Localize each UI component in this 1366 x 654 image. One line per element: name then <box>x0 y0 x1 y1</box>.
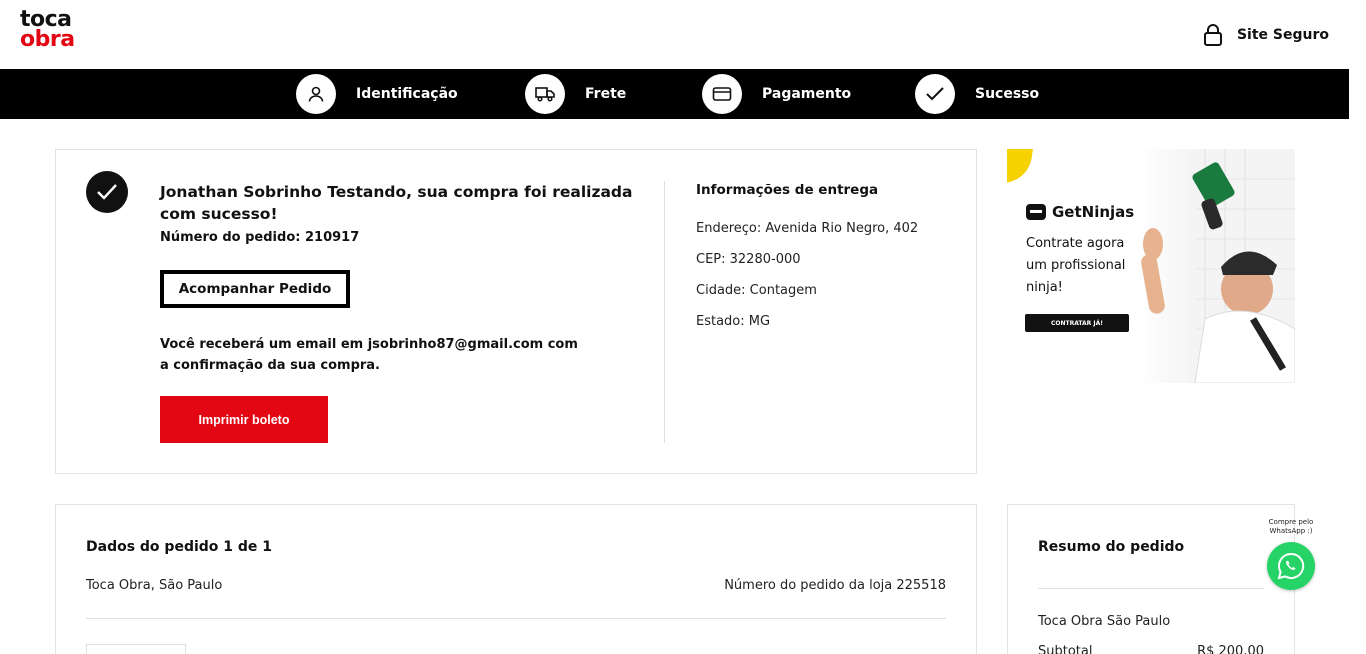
step-label: Pagamento <box>762 86 852 102</box>
vertical-divider <box>664 181 665 443</box>
order-success-card: Jonathan Sobrinho Testando, sua compra f… <box>55 149 977 474</box>
whatsapp-caption: Compre pelo WhatsApp :) <box>1268 518 1314 535</box>
delivery-state: Estado: MG <box>696 314 771 329</box>
product-thumbnail <box>86 644 186 654</box>
delivery-cep: CEP: 32280-000 <box>696 252 801 267</box>
subtotal-value: R$ 200,00 <box>1197 644 1264 654</box>
check-icon <box>915 74 955 114</box>
truck-icon <box>525 74 565 114</box>
whatsapp-float[interactable]: Compre pelo WhatsApp :) <box>1264 518 1318 594</box>
logo-text-obra: obra <box>20 27 75 52</box>
getninjas-ad-banner[interactable]: GetNinjas Contrate agora um profissional… <box>1007 149 1295 383</box>
step-frete: Frete <box>525 74 626 114</box>
store-order-number: Número do pedido da loja 225518 <box>724 578 946 593</box>
step-label: Identificação <box>356 86 458 102</box>
delivery-address: Endereço: Avenida Rio Negro, 402 <box>696 221 919 236</box>
user-icon <box>296 74 336 114</box>
success-check-icon <box>86 171 128 213</box>
print-boleto-button[interactable]: Imprimir boleto <box>160 396 328 443</box>
ad-cta-button[interactable]: CONTRATAR JÁ! <box>1025 314 1129 332</box>
order-number: Número do pedido: 210917 <box>160 230 360 245</box>
toca-obra-logo[interactable]: toca obra <box>20 9 75 52</box>
order-data-store: Toca Obra, São Paulo <box>86 578 223 593</box>
order-data-title: Dados do pedido 1 de 1 <box>86 539 273 555</box>
divider <box>86 618 946 619</box>
step-identificacao: Identificação <box>296 74 458 114</box>
credit-card-icon <box>702 74 742 114</box>
step-label: Frete <box>585 86 627 102</box>
checkout-steps-bar: Identificação Frete Pagamento Sucesso <box>0 69 1349 119</box>
ad-yellow-shape <box>1007 149 1035 187</box>
ad-tagline: Contrate agora um profissional ninja! <box>1026 236 1126 295</box>
subtotal-label: Subtotal <box>1038 644 1093 654</box>
ad-brand-text: GetNinjas <box>1052 203 1135 221</box>
ninja-icon <box>1026 204 1046 220</box>
order-summary-title: Resumo do pedido <box>1038 539 1185 555</box>
getninjas-logo: GetNinjas <box>1026 203 1134 221</box>
track-order-button[interactable]: Acompanhar Pedido <box>160 270 350 308</box>
summary-store: Toca Obra São Paulo <box>1038 614 1171 629</box>
step-label: Sucesso <box>975 86 1040 102</box>
worker-drilling-image <box>1141 149 1295 383</box>
success-title: Jonathan Sobrinho Testando, sua compra f… <box>160 183 633 223</box>
order-summary-card: Resumo do pedido Toca Obra São Paulo Sub… <box>1007 504 1295 654</box>
step-sucesso: Sucesso <box>915 74 1039 114</box>
delivery-city: Cidade: Contagem <box>696 283 817 298</box>
whatsapp-icon[interactable] <box>1267 542 1315 590</box>
step-pagamento: Pagamento <box>702 74 851 114</box>
delivery-info-title: Informações de entrega <box>696 182 879 198</box>
secure-site-badge: Site Seguro <box>1203 22 1329 48</box>
email-confirmation-message: Você receberá um email em jsobrinho87@gm… <box>160 337 578 373</box>
page-scrollbar[interactable] <box>1349 0 1366 654</box>
order-data-card: Dados do pedido 1 de 1 Toca Obra, São Pa… <box>55 504 977 654</box>
lock-icon <box>1203 24 1222 46</box>
site-header: toca obra Site Seguro <box>0 0 1349 69</box>
secure-site-label: Site Seguro <box>1236 27 1329 43</box>
divider <box>1038 588 1264 589</box>
